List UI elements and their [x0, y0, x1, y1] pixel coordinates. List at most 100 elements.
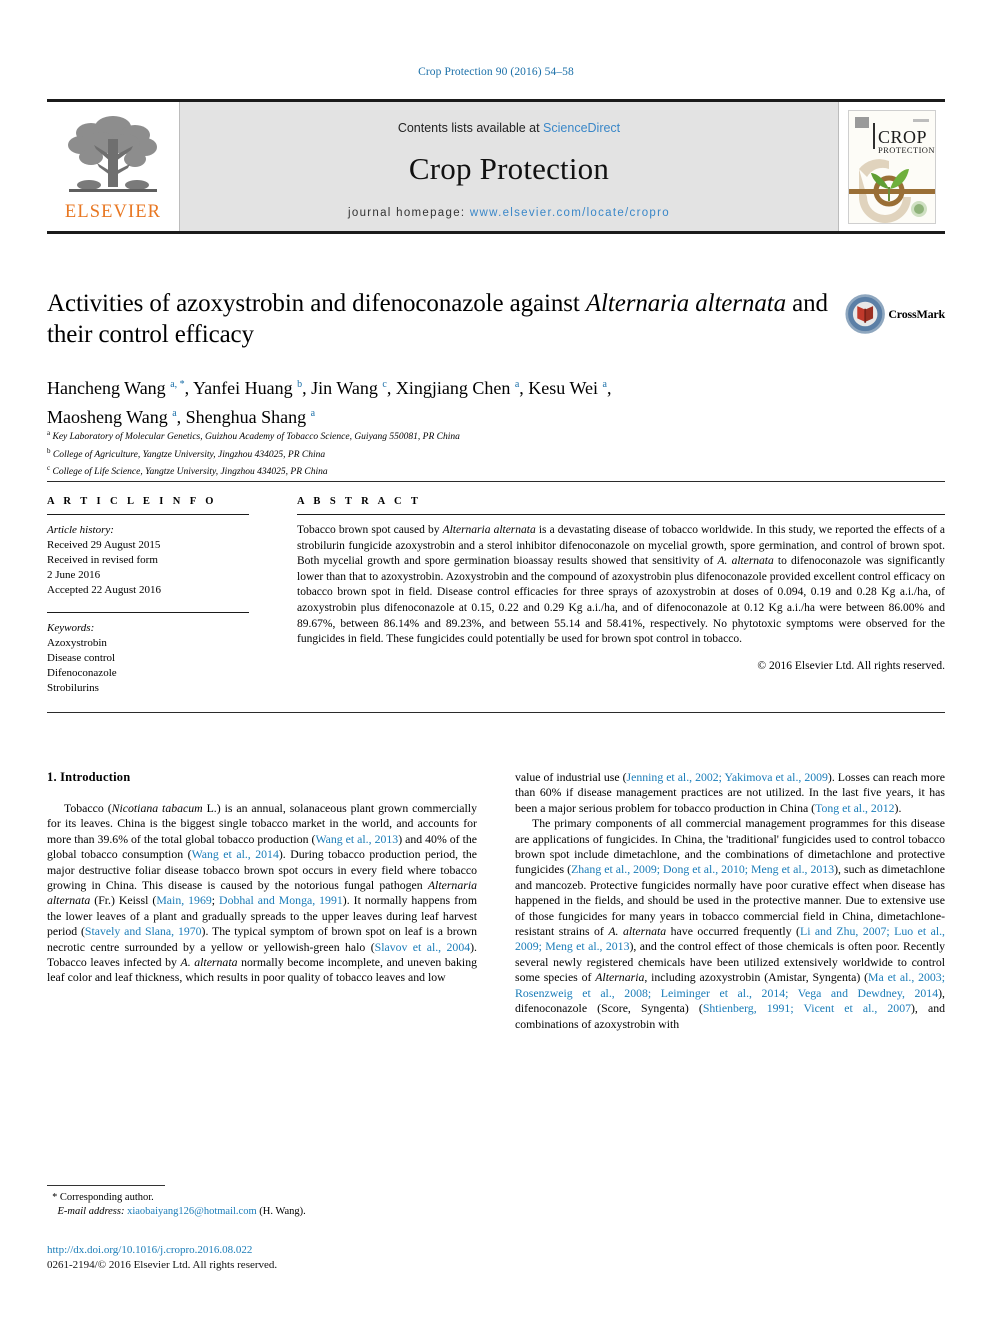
- author-marks: a: [310, 408, 316, 419]
- cover-illustration-icon: CROP PROTECTION: [849, 110, 935, 223]
- seg: ;: [211, 893, 220, 908]
- svg-text:CROP: CROP: [878, 127, 927, 147]
- author-item: Hancheng Wang a, *: [47, 378, 185, 398]
- article-history-label: Article history:: [47, 524, 114, 536]
- affiliation-mark: c: [47, 464, 51, 473]
- affiliation-mark: a: [47, 429, 51, 437]
- elsevier-logo: ELSEVIER: [47, 102, 179, 231]
- history-line: Received in revised form: [47, 554, 158, 566]
- footnote-rule: [47, 1185, 165, 1186]
- affiliation-item: b College of Agriculture, Yangtze Univer…: [47, 445, 847, 463]
- seg: (Fr.) Keissl (: [90, 893, 157, 908]
- seg: , including azoxystrobin (Amistar, Synge…: [644, 970, 869, 985]
- article-info-heading: A R T I C L E I N F O: [47, 496, 217, 507]
- abstract-copyright: © 2016 Elsevier Ltd. All rights reserved…: [757, 659, 945, 672]
- citation-link[interactable]: Jenning et al., 2002; Yakimova et al., 2…: [627, 770, 828, 784]
- page-title: Activities of azoxystrobin and difenocon…: [47, 288, 837, 350]
- affiliation-item: a Key Laboratory of Molecular Genetics, …: [47, 427, 847, 445]
- author-item: Kesu Wei a: [528, 378, 607, 398]
- author-name: Kesu Wei: [528, 378, 598, 398]
- author-name: Yanfei Huang: [192, 378, 293, 398]
- affiliation-list: a Key Laboratory of Molecular Genetics, …: [47, 427, 847, 480]
- affiliation-text: College of Life Science, Yangtze Univers…: [52, 467, 328, 478]
- author-item: Yanfei Huang b: [193, 378, 302, 398]
- corresponding-author-label: Corresponding author.: [59, 1192, 154, 1203]
- author-item: Jin Wang c: [311, 378, 387, 398]
- journal-masthead: ELSEVIER Contents lists available at Sci…: [47, 99, 945, 234]
- author-list: Hancheng Wang a, *, Yanfei Huang b, Jin …: [47, 378, 612, 427]
- keyword-item: Disease control: [47, 652, 116, 664]
- doi-link[interactable]: http://dx.doi.org/10.1016/j.cropro.2016.…: [47, 1243, 547, 1258]
- body-column-left: 1. Introduction Tobacco (Nicotiana tabac…: [47, 770, 477, 1190]
- author-marks: a, *: [170, 379, 185, 390]
- seg: have occurred frequently (: [666, 924, 800, 939]
- intro-paragraph-right-2: The primary components of all commercial…: [515, 816, 945, 1032]
- italic-a-alternata: A. alternata: [180, 955, 238, 970]
- email-suffix: (H. Wang).: [259, 1206, 306, 1217]
- article-info-divider: [47, 514, 249, 515]
- affiliation-item: c College of Life Science, Yangtze Unive…: [47, 462, 847, 480]
- italic-alternaria: Alternaria: [595, 970, 645, 985]
- citation-link[interactable]: Main, 1969: [156, 893, 211, 907]
- seg: value of industrial use (: [515, 770, 627, 784]
- abstract-seg: Tobacco brown spot caused by: [297, 524, 443, 536]
- article-info-column: A R T I C L E I N F O Article history: R…: [47, 496, 277, 696]
- section-heading-introduction: 1. Introduction: [47, 770, 131, 784]
- email-link[interactable]: xiaobaiyang126@hotmail.com: [127, 1206, 257, 1217]
- citation-link[interactable]: Stavely and Slana, 1970: [85, 924, 202, 938]
- journal-band: Contents lists available at ScienceDirec…: [179, 102, 839, 231]
- contents-prefix: Contents lists available at: [397, 120, 544, 135]
- svg-text:PROTECTION: PROTECTION: [878, 145, 935, 155]
- history-line: Received 29 August 2015: [47, 539, 161, 551]
- elsevier-tree-icon: [68, 115, 157, 192]
- keywords-label: Keywords:: [47, 622, 95, 634]
- journal-cover-thumbnail[interactable]: CROP PROTECTION: [839, 102, 945, 231]
- abstract-divider: [297, 514, 945, 515]
- affiliation-mark: b: [47, 446, 51, 455]
- author-name: Hancheng Wang: [47, 378, 166, 398]
- citation-link[interactable]: Shtienberg, 1991; Vicent et al., 2007: [703, 1001, 911, 1015]
- contents-available-line: Contents lists available at ScienceDirec…: [398, 121, 620, 135]
- homepage-prefix: journal homepage:: [348, 206, 470, 219]
- seg: ).: [894, 800, 902, 815]
- citation-link[interactable]: Slavov et al., 2004: [375, 940, 470, 954]
- abstract-seg: to difenoconazole was significantly lowe…: [297, 555, 945, 646]
- keyword-item: Azoxystrobin: [47, 637, 107, 649]
- author-name: Shenghua Shang: [185, 407, 307, 427]
- abstract-heading: A B S T R A C T: [297, 496, 422, 507]
- sciencedirect-link[interactable]: ScienceDirect: [543, 121, 620, 135]
- affiliation-text: Key Laboratory of Molecular Genetics, Gu…: [52, 432, 460, 443]
- history-line: Accepted 22 August 2016: [47, 584, 161, 596]
- citation-link[interactable]: Wang et al., 2014: [192, 847, 279, 861]
- citation-link[interactable]: Tong et al., 2012: [815, 801, 894, 815]
- elsevier-wordmark: ELSEVIER: [64, 201, 162, 222]
- abstract-species-1: Alternaria alternata: [442, 524, 536, 536]
- author-item: Shenghua Shang a: [186, 407, 315, 427]
- keyword-item: Difenoconazole: [47, 667, 117, 679]
- citation-link[interactable]: Wang et al., 2013: [315, 832, 398, 846]
- email-line: E-mail address: xiaobaiyang126@hotmail.c…: [47, 1205, 477, 1219]
- author-marks: a: [514, 379, 520, 390]
- body-column-right: value of industrial use (Jenning et al.,…: [515, 770, 945, 1190]
- abstract-column: A B S T R A C T Tobacco brown spot cause…: [277, 496, 945, 696]
- citation-link[interactable]: Dobhal and Monga, 1991: [219, 893, 343, 907]
- issn-copyright-line: 0261-2194/© 2016 Elsevier Ltd. All right…: [47, 1259, 278, 1271]
- author-marks: a: [602, 379, 607, 390]
- keyword-item: Strobilurins: [47, 682, 99, 694]
- citation-link[interactable]: Zhang et al., 2009; Dong et al., 2010; M…: [571, 862, 834, 876]
- running-head: Crop Protection 90 (2016) 54–58: [418, 66, 574, 78]
- homepage-url-link[interactable]: www.elsevier.com/locate/cropro: [470, 207, 670, 219]
- author-marks: b: [297, 379, 303, 390]
- crossmark-icon: [845, 294, 885, 334]
- title-part-1: Activities of azoxystrobin and difenocon…: [47, 290, 586, 317]
- abstract-text: Tobacco brown spot caused by Alternaria …: [297, 523, 945, 648]
- paper-page: Crop Protection 90 (2016) 54–58 ELSEVIER…: [0, 0, 992, 1323]
- info-abstract-band: A R T I C L E I N F O Article history: R…: [47, 481, 945, 713]
- author-item: Xingjiang Chen a: [396, 378, 519, 398]
- author-name: Maosheng Wang: [47, 407, 168, 427]
- body-columns: 1. Introduction Tobacco (Nicotiana tabac…: [47, 770, 945, 1190]
- journal-title: Crop Protection: [408, 150, 610, 186]
- author-marks: a: [172, 408, 177, 419]
- intro-paragraph-left: Tobacco (Nicotiana tabacum L.) is an ann…: [47, 801, 477, 986]
- crossmark-badge[interactable]: CrossMark: [845, 288, 945, 340]
